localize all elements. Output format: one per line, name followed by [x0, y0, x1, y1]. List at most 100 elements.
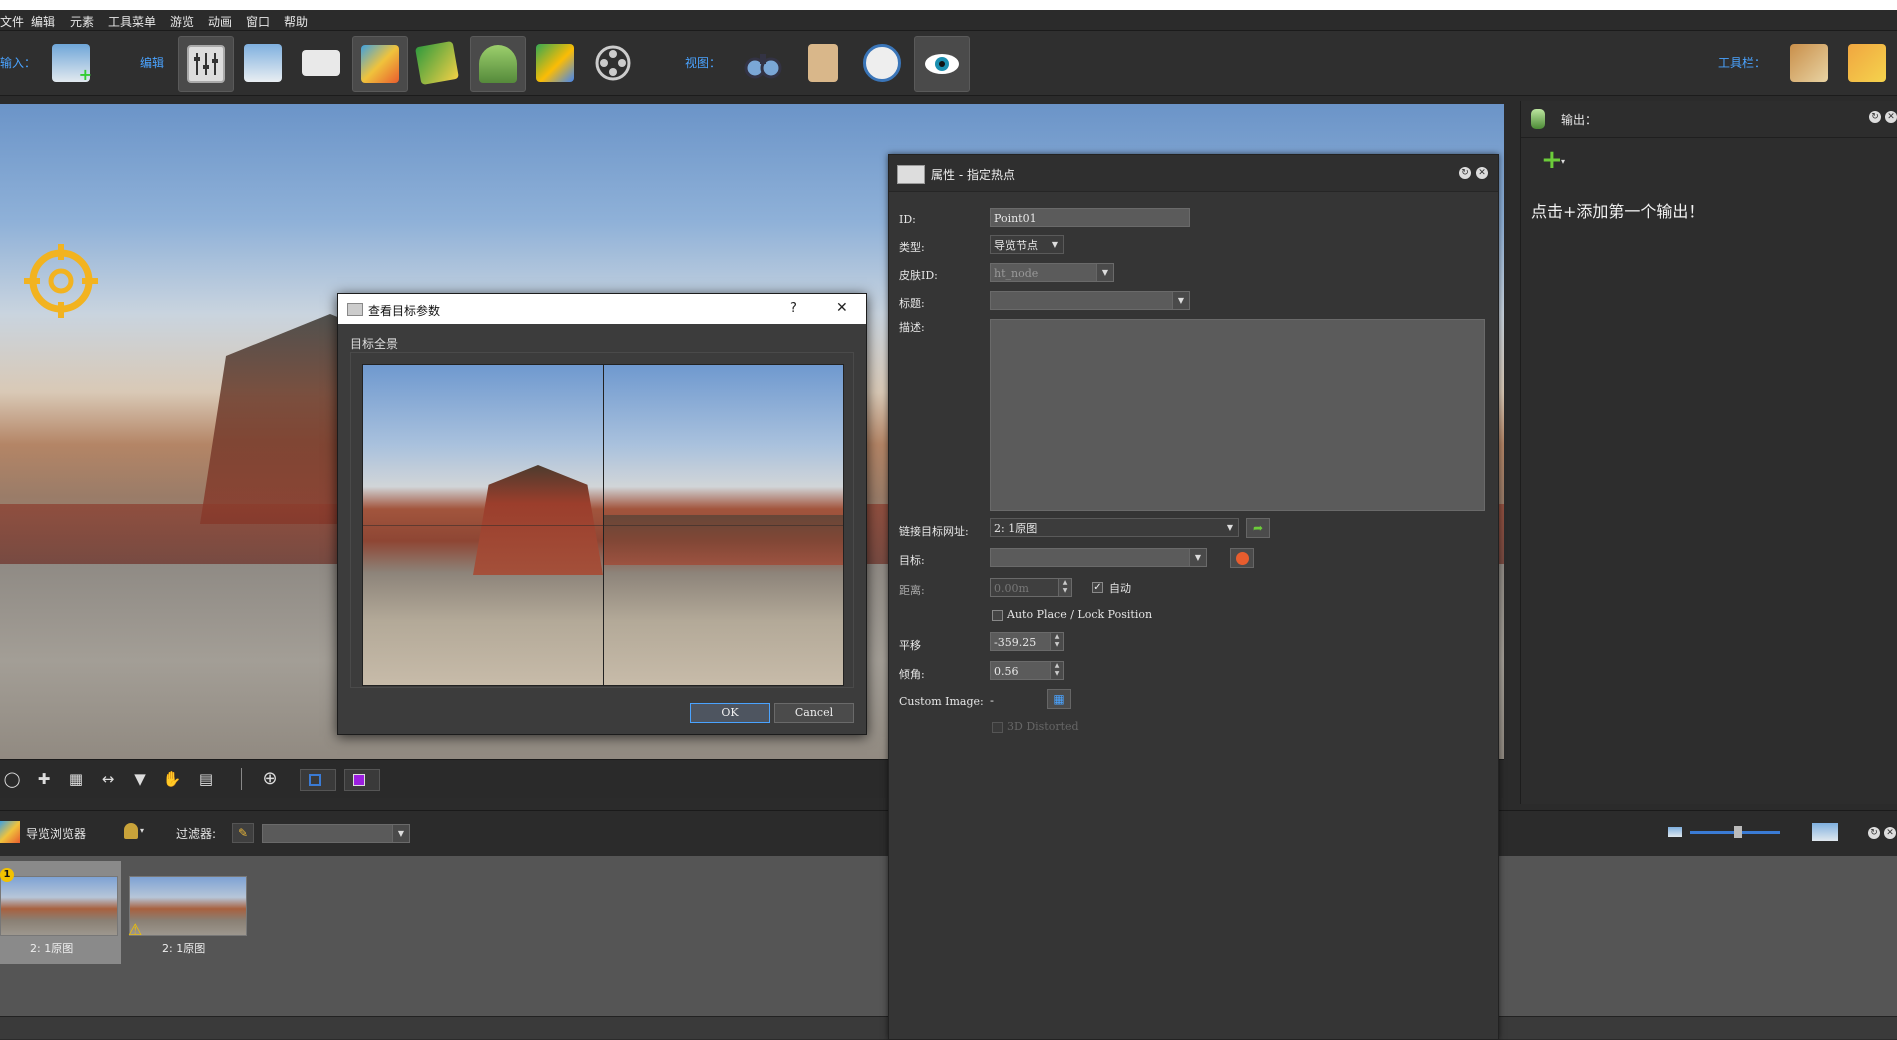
animation-button[interactable]	[586, 36, 640, 90]
measure-icon[interactable]: ↔	[98, 769, 118, 789]
title-dropdown[interactable]: ▼	[990, 291, 1190, 310]
tools-button-1[interactable]	[1782, 36, 1836, 90]
hand-box-icon	[1848, 44, 1886, 82]
id-card-icon	[302, 50, 340, 76]
stopwatch-icon	[863, 44, 901, 82]
target-label: 目标:	[899, 554, 925, 567]
purple-color-picker[interactable]	[344, 769, 380, 791]
undock-icon[interactable]: ↻	[1868, 827, 1880, 839]
skin-dropdown[interactable]: ht_node ▼	[990, 263, 1114, 282]
link-target-dropdown[interactable]: 2: 1原图 ▼	[990, 518, 1239, 537]
close-icon[interactable]: ✕	[1885, 111, 1897, 123]
node-thumbnail-1[interactable]	[0, 876, 118, 936]
ok-button[interactable]: OK	[690, 703, 770, 723]
distance-field: 0.00m ▲ ▼	[990, 578, 1072, 597]
undock-icon[interactable]: ↻	[1459, 167, 1471, 179]
target-params-dialog: 查看目标参数 ? ✕ 目标全景 OK Cancel	[337, 293, 867, 735]
pencil-icon[interactable]: ✎	[232, 823, 254, 843]
chevron-down-icon[interactable]: ▾	[1561, 157, 1565, 166]
group-label: 目标全景	[350, 337, 399, 351]
menu-edit[interactable]: 编辑	[31, 13, 55, 30]
slider-handle[interactable]	[1734, 826, 1742, 838]
tour-map-button[interactable]	[410, 36, 464, 90]
pano-view-icon[interactable]: ▤	[196, 769, 216, 789]
menu-tour[interactable]: 游览	[170, 13, 194, 30]
menu-element[interactable]: 元素	[70, 13, 94, 30]
timer-button[interactable]	[855, 36, 909, 90]
custom-image-label: Custom Image:	[899, 695, 984, 708]
tilt-field[interactable]: 0.56 ▲ ▼	[990, 661, 1064, 680]
menu-help[interactable]: 帮助	[284, 13, 308, 30]
user-data-button[interactable]	[294, 36, 348, 90]
binoculars-icon	[744, 44, 782, 82]
node-label-1: 2: 1原图	[30, 942, 74, 955]
menu-tools[interactable]: 工具菜单	[108, 13, 156, 30]
target-icon[interactable]: ⊕	[260, 769, 280, 789]
skin-value: ht_node	[994, 267, 1039, 280]
output-figure-icon	[1531, 109, 1545, 129]
auto-place-checkbox[interactable]	[992, 610, 1003, 621]
pan-value: -359.25	[994, 636, 1037, 649]
filter-dropdown[interactable]: ▼	[262, 824, 410, 843]
chevron-down-icon: ▼	[1226, 523, 1234, 532]
properties-header: 属性 - 指定热点 ↻ ✕	[889, 155, 1498, 192]
blue-color-picker[interactable]	[300, 769, 336, 791]
tool-divider	[241, 768, 242, 790]
target-panorama-preview[interactable]	[362, 364, 844, 686]
node-thumbnail-2[interactable]	[129, 876, 247, 936]
auto-place-label: Auto Place / Lock Position	[1007, 608, 1153, 621]
menu-window[interactable]: 窗口	[246, 13, 270, 30]
add-output-button[interactable]: +	[1541, 145, 1563, 175]
blue-swatch	[309, 774, 321, 786]
undock-icon[interactable]: ↻	[1869, 111, 1881, 123]
folder-icon[interactable]: ▦	[1047, 689, 1071, 709]
link-label: 链接目标网址:	[899, 525, 969, 538]
tour-browser-button[interactable]	[352, 36, 408, 92]
close-icon[interactable]: ✕	[836, 300, 848, 316]
clipboard-button[interactable]	[796, 36, 850, 90]
auto-checkbox[interactable]: ✓	[1092, 582, 1103, 593]
funnel-icon[interactable]: ▼	[130, 769, 150, 789]
preview-button[interactable]	[736, 36, 790, 90]
type-dropdown[interactable]: 导览节点 ▼	[990, 235, 1064, 254]
close-icon[interactable]: ✕	[1884, 827, 1896, 839]
compass-icon[interactable]: ◯	[2, 769, 22, 789]
grid-icon[interactable]: ▦	[66, 769, 86, 789]
crosshair-line-icon[interactable]: ✚	[34, 769, 54, 789]
type-label: 类型:	[899, 241, 925, 254]
panorama-add-icon: +	[52, 44, 92, 84]
tour-browser-title: 导览浏览器	[26, 827, 87, 841]
user-filter-icon[interactable]	[124, 823, 138, 839]
help-icon[interactable]: ?	[790, 301, 797, 316]
input-panorama-button[interactable]: +	[44, 36, 98, 90]
cancel-button[interactable]: Cancel	[774, 703, 854, 723]
small-thumb-icon	[1668, 827, 1682, 837]
spinner-icon[interactable]: ▲ ▼	[1050, 633, 1063, 650]
spinner-icon[interactable]: ▲ ▼	[1050, 662, 1063, 679]
id-field[interactable]: Point01	[990, 208, 1190, 227]
menu-file[interactable]: 文件	[0, 13, 24, 30]
pick-target-button[interactable]	[1230, 548, 1254, 568]
pan-field[interactable]: -359.25 ▲ ▼	[990, 632, 1064, 651]
target-dropdown[interactable]: ▼	[990, 548, 1207, 567]
input-label: 输入：	[0, 56, 37, 70]
link-target-value: 2: 1原图	[994, 522, 1038, 535]
eye-panorama-icon	[244, 44, 282, 82]
chevron-down-icon: ▼	[1051, 240, 1059, 249]
eye-view-button[interactable]	[914, 36, 970, 92]
menu-animation[interactable]: 动画	[208, 13, 232, 30]
description-textarea[interactable]	[990, 319, 1485, 511]
skin-editor-button[interactable]	[470, 36, 526, 92]
crosshair-target-icon[interactable]	[22, 242, 100, 320]
filter-label: 过滤器:	[176, 827, 217, 841]
tour-tree-icon	[361, 45, 399, 83]
chevron-down-icon[interactable]: ▾	[140, 826, 144, 835]
viewing-params-button[interactable]	[236, 36, 290, 90]
chevron-down-icon: ▼	[1172, 292, 1189, 309]
properties-button[interactable]	[178, 36, 234, 92]
close-icon[interactable]: ✕	[1476, 167, 1488, 179]
hand-icon[interactable]: ✋	[162, 769, 182, 789]
follow-link-button[interactable]: ➦	[1246, 518, 1270, 538]
tools-button-2[interactable]	[1840, 36, 1894, 90]
google-maps-button[interactable]	[528, 36, 582, 90]
